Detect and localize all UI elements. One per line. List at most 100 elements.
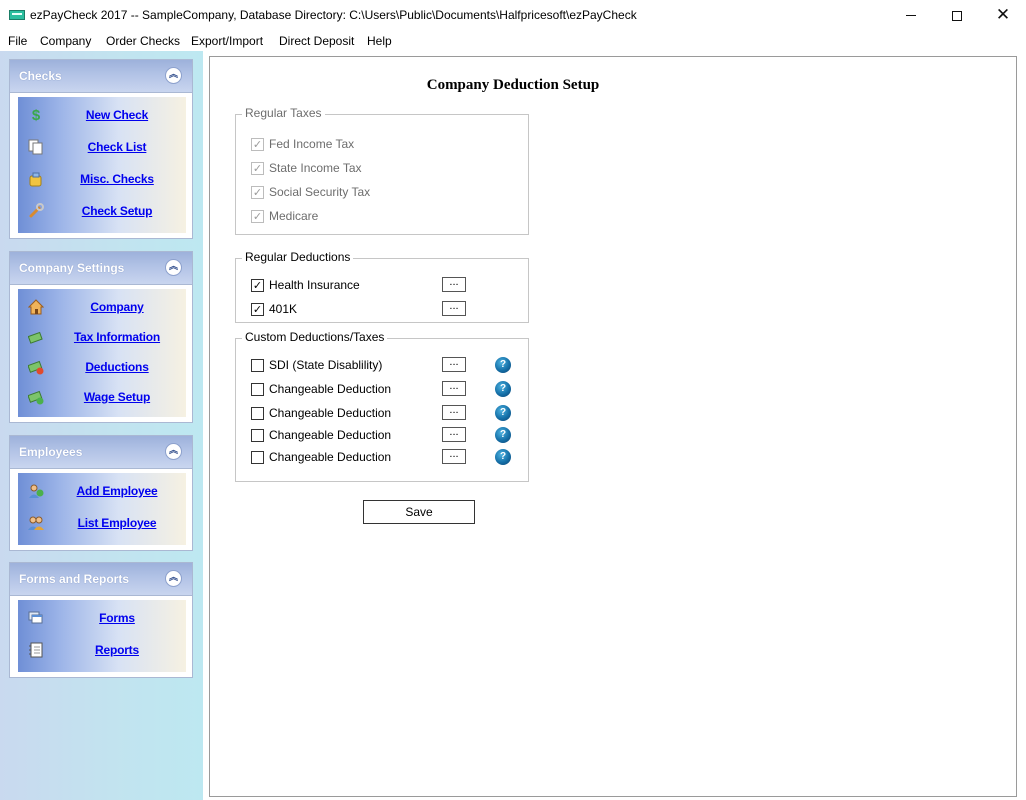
- maximize-button[interactable]: [934, 0, 980, 31]
- sidebar-item-label[interactable]: Tax Information: [48, 330, 186, 344]
- sidebar-item-label[interactable]: Wage Setup: [48, 390, 186, 404]
- menu-file[interactable]: File: [8, 34, 27, 48]
- panel-title: Forms and Reports: [19, 572, 130, 586]
- money-icon: [28, 329, 44, 345]
- sidebar-item-company[interactable]: Company: [18, 295, 186, 319]
- menu-help[interactable]: Help: [367, 34, 392, 48]
- help-icon[interactable]: ?: [495, 427, 511, 443]
- checkbox-label: Social Security Tax: [269, 185, 371, 199]
- changeable-deduction-checkbox[interactable]: [251, 407, 264, 420]
- 401k-checkbox[interactable]: ✓: [251, 303, 264, 316]
- app-icon: [9, 10, 25, 20]
- employees-panel: Employees ︽ Add Employee List Employee: [9, 435, 193, 551]
- add-person-icon: [28, 483, 44, 499]
- sidebar-item-check-setup[interactable]: Check Setup: [18, 199, 186, 223]
- sidebar-item-label[interactable]: Reports: [48, 643, 186, 657]
- sidebar-item-label[interactable]: Check List: [48, 140, 186, 154]
- changeable-deduction-checkbox[interactable]: [251, 451, 264, 464]
- checkbox-checked: ✓: [251, 138, 264, 151]
- menu-export-import[interactable]: Export/Import: [191, 34, 263, 48]
- help-icon[interactable]: ?: [495, 405, 511, 421]
- changeable-deduction-settings-button[interactable]: ...: [442, 381, 466, 396]
- menu-direct-deposit[interactable]: Direct Deposit: [279, 34, 354, 48]
- panel-body: Forms Reports: [9, 595, 193, 678]
- checkbox-label[interactable]: Changeable Deduction: [269, 406, 391, 420]
- menu-company[interactable]: Company: [40, 34, 91, 48]
- misc-check-icon: [28, 171, 44, 187]
- wrench-icon: [28, 203, 44, 219]
- company-settings-panel: Company Settings ︽ Company Tax Informati…: [9, 251, 193, 423]
- menu-order-checks[interactable]: Order Checks: [106, 34, 180, 48]
- checkbox-label[interactable]: 401K: [269, 302, 297, 316]
- company-settings-panel-header[interactable]: Company Settings ︽: [9, 251, 193, 284]
- sidebar-item-label[interactable]: Check Setup: [48, 204, 186, 218]
- sidebar-item-deductions[interactable]: Deductions: [18, 355, 186, 379]
- checkbox-label[interactable]: Health Insurance: [269, 278, 360, 292]
- sidebar-item-label[interactable]: Misc. Checks: [48, 172, 186, 186]
- sidebar-item-label[interactable]: Company: [48, 300, 186, 314]
- sidebar-item-label[interactable]: Forms: [48, 611, 186, 625]
- sidebar-item-list-employee[interactable]: List Employee: [18, 511, 186, 535]
- panel-title: Checks: [19, 69, 62, 83]
- sidebar-item-label[interactable]: List Employee: [48, 516, 186, 530]
- checkbox-label: State Income Tax: [269, 161, 362, 175]
- checkbox-label[interactable]: Changeable Deduction: [269, 382, 391, 396]
- sidebar-item-label[interactable]: Deductions: [48, 360, 186, 374]
- health-insurance-settings-button[interactable]: ...: [442, 277, 466, 292]
- panel-title: Company Settings: [19, 261, 125, 275]
- changeable-deduction-checkbox[interactable]: [251, 429, 264, 442]
- sidebar-item-label[interactable]: Add Employee: [48, 484, 186, 498]
- sidebar-item-new-check[interactable]: $ New Check: [18, 103, 186, 127]
- panel-inner: Company Tax Information Deductions Wage …: [18, 289, 186, 417]
- checkbox-checked: ✓: [251, 186, 264, 199]
- sdi-checkbox[interactable]: [251, 359, 264, 372]
- help-icon[interactable]: ?: [495, 357, 511, 373]
- checkbox-label[interactable]: Changeable Deduction: [269, 428, 391, 442]
- sidebar-item-add-employee[interactable]: Add Employee: [18, 479, 186, 503]
- checkbox-label[interactable]: Changeable Deduction: [269, 450, 391, 464]
- checkbox-checked: ✓: [251, 210, 264, 223]
- checkbox-label[interactable]: SDI (State Disablility): [269, 358, 382, 372]
- sidebar-item-wage-setup[interactable]: Wage Setup: [18, 385, 186, 409]
- minimize-icon: [906, 15, 916, 16]
- health-insurance-checkbox[interactable]: ✓: [251, 279, 264, 292]
- sidebar-item-check-list[interactable]: Check List: [18, 135, 186, 159]
- forms-and-reports-panel-header[interactable]: Forms and Reports ︽: [9, 562, 193, 595]
- panel-inner: $ New Check Check List Misc. Checks Chec…: [18, 97, 186, 233]
- forms-icon: [28, 610, 44, 626]
- sidebar: Checks ︽ $ New Check Check List Misc. Ch…: [0, 51, 203, 800]
- collapse-icon[interactable]: ︽: [165, 443, 182, 460]
- help-icon[interactable]: ?: [495, 381, 511, 397]
- checkbox-label: Medicare: [269, 209, 319, 223]
- collapse-icon[interactable]: ︽: [165, 259, 182, 276]
- employees-panel-header[interactable]: Employees ︽: [9, 435, 193, 468]
- panel-body: $ New Check Check List Misc. Checks Chec…: [9, 92, 193, 239]
- money-minus-icon: [28, 359, 44, 375]
- minimize-button[interactable]: [888, 0, 934, 31]
- panel-body: Add Employee List Employee: [9, 468, 193, 551]
- checks-panel-header[interactable]: Checks ︽: [9, 59, 193, 92]
- changeable-deduction-checkbox[interactable]: [251, 383, 264, 396]
- checkbox-checked: ✓: [251, 162, 264, 175]
- sidebar-item-forms[interactable]: Forms: [18, 606, 186, 630]
- collapse-icon[interactable]: ︽: [165, 67, 182, 84]
- checks-panel: Checks ︽ $ New Check Check List Misc. Ch…: [9, 59, 193, 239]
- regular-taxes-group: Regular Taxes ✓ Fed Income Tax ✓ State I…: [235, 106, 529, 235]
- sidebar-item-reports[interactable]: Reports: [18, 638, 186, 662]
- notebook-icon: [28, 642, 44, 658]
- custom-deductions-group: Custom Deductions/Taxes SDI (State Disab…: [235, 330, 529, 482]
- changeable-deduction-settings-button[interactable]: ...: [442, 427, 466, 442]
- close-button[interactable]: ✕: [980, 0, 1026, 31]
- house-icon: [28, 299, 44, 315]
- sdi-settings-button[interactable]: ...: [442, 357, 466, 372]
- sidebar-item-label[interactable]: New Check: [48, 108, 186, 122]
- sidebar-item-misc-checks[interactable]: Misc. Checks: [18, 167, 186, 191]
- save-button[interactable]: Save: [363, 500, 475, 524]
- help-icon[interactable]: ?: [495, 449, 511, 465]
- documents-icon: [28, 139, 44, 155]
- changeable-deduction-settings-button[interactable]: ...: [442, 449, 466, 464]
- sidebar-item-tax-information[interactable]: Tax Information: [18, 325, 186, 349]
- collapse-icon[interactable]: ︽: [165, 570, 182, 587]
- changeable-deduction-settings-button[interactable]: ...: [442, 405, 466, 420]
- 401k-settings-button[interactable]: ...: [442, 301, 466, 316]
